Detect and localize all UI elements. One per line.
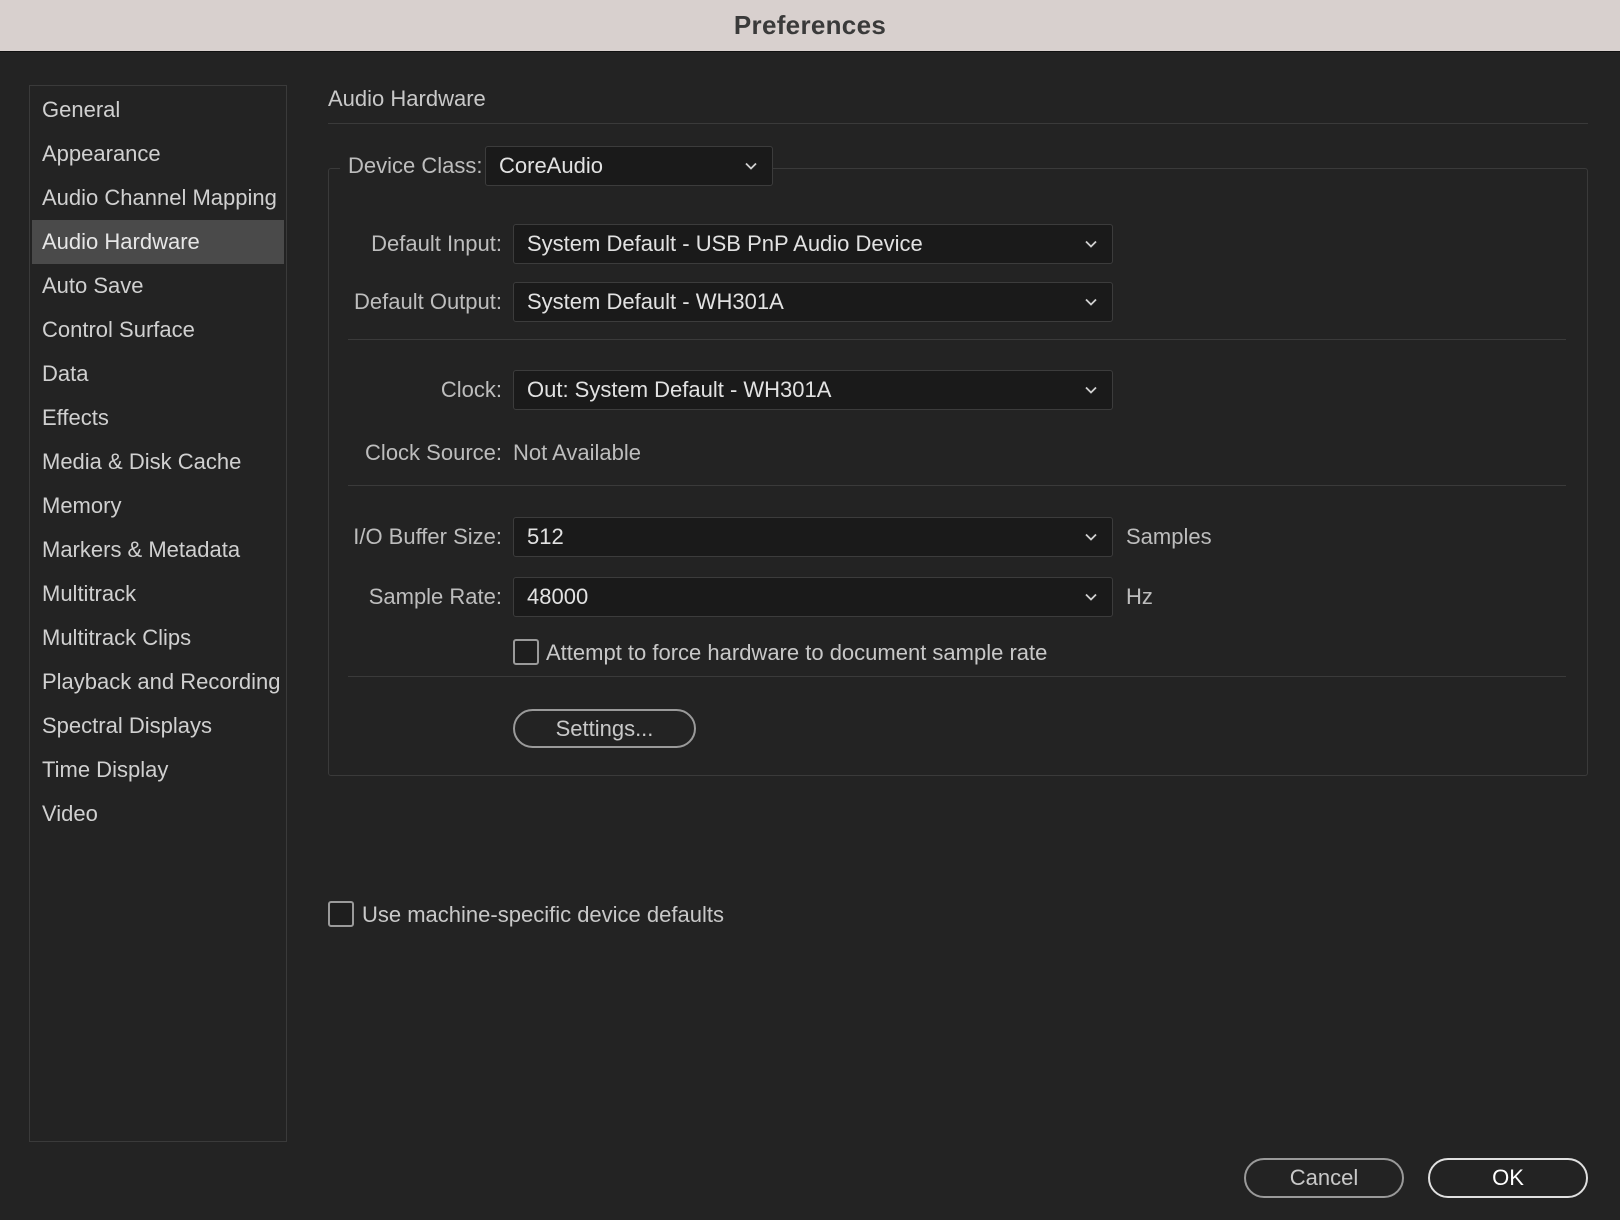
machine-defaults-checkbox[interactable] [328, 901, 354, 927]
section-divider [328, 123, 1588, 124]
device-class-row: Device Class: [340, 146, 501, 186]
default-input-label: Default Input: [371, 231, 502, 256]
sidebar-item-spectral-displays[interactable]: Spectral Displays [32, 704, 284, 748]
clock-select[interactable]: Out: System Default - WH301A [513, 370, 1113, 410]
chevron-down-icon [1085, 386, 1097, 394]
clock-label: Clock: [440, 377, 502, 402]
device-class-value: CoreAudio [499, 153, 603, 178]
machine-defaults-label[interactable]: Use machine-specific device defaults [362, 902, 724, 928]
clock-source-value: Not Available [513, 440, 642, 465]
force-sample-rate-checkbox[interactable] [513, 639, 539, 665]
divider [348, 339, 1566, 340]
divider [348, 676, 1566, 677]
default-input-select[interactable]: System Default - USB PnP Audio Device [513, 224, 1113, 264]
device-class-select[interactable]: CoreAudio [485, 146, 773, 186]
sample-rate-select[interactable]: 48000 [513, 577, 1113, 617]
preferences-window: Preferences General Appearance Audio Cha… [0, 0, 1620, 1220]
sample-rate-label: Sample Rate: [368, 584, 502, 609]
sample-rate-value: 48000 [527, 584, 589, 609]
sample-rate-unit: Hz [1126, 584, 1153, 609]
default-output-value: System Default - WH301A [527, 289, 784, 314]
default-output-select[interactable]: System Default - WH301A [513, 282, 1113, 322]
clock-source-label: Clock Source: [365, 440, 502, 465]
chevron-down-icon [1085, 593, 1097, 601]
sidebar-item-audio-hardware[interactable]: Audio Hardware [32, 220, 284, 264]
title-bar: Preferences [0, 0, 1620, 52]
sidebar-item-multitrack-clips[interactable]: Multitrack Clips [32, 616, 284, 660]
chevron-down-icon [1085, 240, 1097, 248]
sidebar-item-data[interactable]: Data [32, 352, 284, 396]
divider [348, 485, 1566, 486]
ok-button[interactable]: OK [1428, 1158, 1588, 1198]
sidebar-item-time-display[interactable]: Time Display [32, 748, 284, 792]
sidebar-item-media-disk-cache[interactable]: Media & Disk Cache [32, 440, 284, 484]
sidebar-item-effects[interactable]: Effects [32, 396, 284, 440]
settings-button[interactable]: Settings... [513, 709, 696, 748]
window-title: Preferences [733, 10, 887, 40]
sidebar-item-control-surface[interactable]: Control Surface [32, 308, 284, 352]
io-buffer-size-unit: Samples [1126, 524, 1212, 549]
clock-value: Out: System Default - WH301A [527, 377, 832, 402]
sidebar-item-auto-save[interactable]: Auto Save [32, 264, 284, 308]
preferences-sidebar: General Appearance Audio Channel Mapping… [29, 85, 287, 1142]
sidebar-item-multitrack[interactable]: Multitrack [32, 572, 284, 616]
sidebar-item-memory[interactable]: Memory [32, 484, 284, 528]
sidebar-item-general[interactable]: General [32, 88, 284, 132]
sidebar-item-audio-channel-mapping[interactable]: Audio Channel Mapping [32, 176, 284, 220]
chevron-down-icon [745, 162, 757, 170]
device-class-label: Device Class: [348, 153, 483, 178]
io-buffer-size-select[interactable]: 512 [513, 517, 1113, 557]
chevron-down-icon [1085, 298, 1097, 306]
sidebar-item-playback-recording[interactable]: Playback and Recording [32, 660, 284, 704]
sidebar-item-video[interactable]: Video [32, 792, 284, 836]
chevron-down-icon [1085, 533, 1097, 541]
cancel-button[interactable]: Cancel [1244, 1158, 1404, 1198]
sidebar-item-appearance[interactable]: Appearance [32, 132, 284, 176]
default-input-value: System Default - USB PnP Audio Device [527, 231, 923, 256]
io-buffer-size-value: 512 [527, 524, 564, 549]
sidebar-item-markers-metadata[interactable]: Markers & Metadata [32, 528, 284, 572]
default-output-label: Default Output: [354, 289, 502, 314]
force-sample-rate-label[interactable]: Attempt to force hardware to document sa… [546, 640, 1047, 666]
io-buffer-size-label: I/O Buffer Size: [353, 524, 502, 549]
section-title: Audio Hardware [328, 86, 486, 111]
